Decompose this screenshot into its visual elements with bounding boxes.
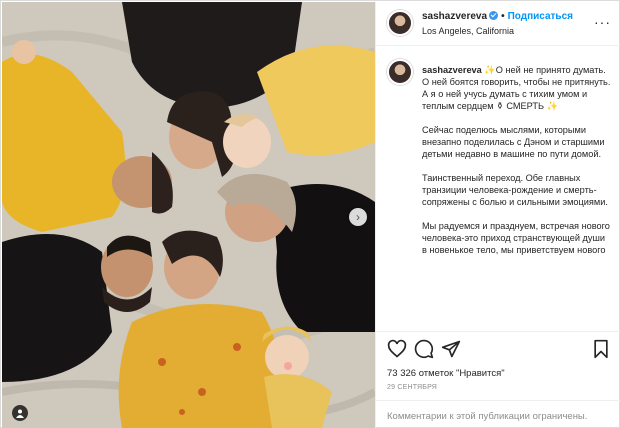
username-link[interactable]: sashazvereva [422,11,487,22]
bookmark-icon[interactable] [591,339,611,359]
chevron-right-icon: › [356,210,360,224]
caption-avatar[interactable] [387,59,413,85]
separator: • [501,11,505,22]
post-side-panel: sashazvereva • Подписаться Los Angeles, Ca… [375,2,620,428]
more-horizontal-icon[interactable]: ··· [594,15,611,29]
caption-paragraph: sashazvereva ✨О ней не принято думать. О… [422,64,612,112]
verified-badge-icon [489,11,499,20]
family-photo-illustration [2,2,375,428]
heart-icon[interactable] [387,339,407,359]
follow-button[interactable]: Подписаться [508,11,573,22]
post-modal: › sashazvereva • Подписаться Los Angeles, … [0,0,620,428]
caption-area: sashazvereva ✨О ней не принято думать. О… [376,47,620,332]
header-user-line: sashazvereva • Подписаться [422,11,573,22]
post-photo[interactable]: › [2,2,375,428]
caption-username-link[interactable]: sashazvereva [422,65,482,75]
post-date[interactable]: 29 СЕНТЯБРЯ [387,384,437,391]
caption-paragraph: Мы радуемся и празднуем, встречая нового… [422,221,610,255]
next-photo-button[interactable]: › [349,208,367,226]
action-bar [376,335,620,363]
avatar[interactable] [387,10,413,36]
user-tag-icon[interactable] [12,405,28,421]
location-link[interactable]: Los Angeles, California [422,26,514,36]
comments-disabled-notice: Комментарии к этой публикации ограничены… [376,400,620,428]
share-icon[interactable] [441,339,461,359]
likes-count[interactable]: 73 326 отметок "Нравится" [387,368,505,379]
caption-text: sashazvereva ✨О ней не принято думать. О… [422,64,612,268]
post-header: sashazvereva • Подписаться Los Angeles, Ca… [376,2,620,46]
comment-icon[interactable] [414,339,434,359]
caption-paragraph: Таинственный переход. Обе главных транзи… [422,173,608,207]
caption-paragraph: Сейчас поделюсь мыслями, которыми внезап… [422,125,605,159]
